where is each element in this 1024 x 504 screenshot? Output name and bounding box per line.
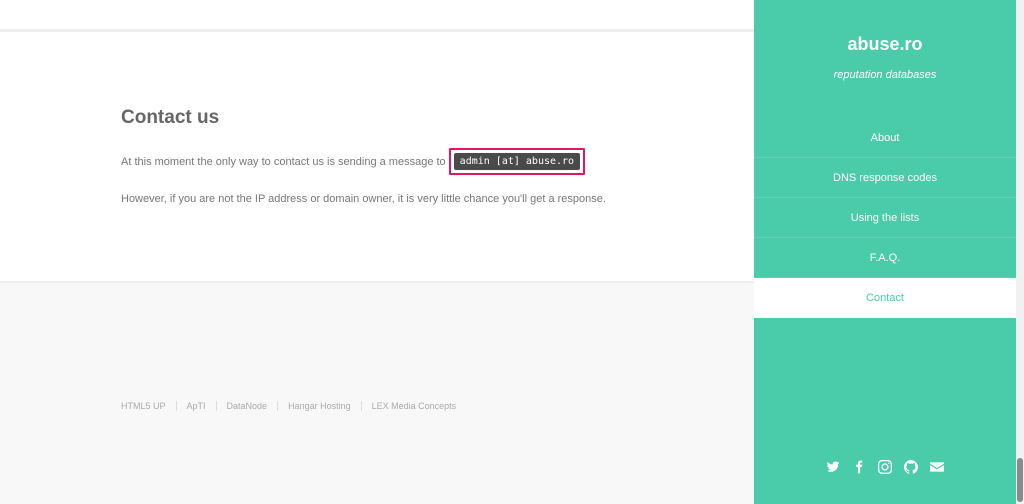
nav-item-using-the-lists[interactable]: Using the lists — [754, 198, 1016, 238]
footer-link-lex-media[interactable]: LEX Media Concepts — [360, 401, 467, 411]
nav-item-faq[interactable]: F.A.Q. — [754, 238, 1016, 278]
envelope-icon[interactable] — [930, 460, 944, 474]
footer: HTML5 UP ApTI DataNode Hangar Hosting LE… — [0, 281, 754, 504]
email-address[interactable]: admin [at] abuse.ro — [453, 153, 581, 170]
footer-link-apti[interactable]: ApTI — [175, 401, 216, 411]
footer-link-html5up[interactable]: HTML5 UP — [121, 401, 176, 411]
facebook-icon[interactable] — [852, 460, 866, 474]
nav-item-contact[interactable]: Contact — [754, 278, 1016, 318]
main-area: Contact us At this moment the only way t… — [0, 0, 754, 504]
site-tagline: reputation databases — [833, 69, 937, 81]
site-title[interactable]: abuse.ro — [754, 34, 1016, 55]
instagram-icon[interactable] — [878, 460, 892, 474]
footer-link-hangar-hosting[interactable]: Hangar Hosting — [277, 401, 361, 411]
sidebar-nav: About DNS response codes Using the lists… — [754, 118, 1016, 318]
nav-item-dns-response-codes[interactable]: DNS response codes — [754, 158, 1016, 198]
contact-text: At this moment the only way to contact u… — [121, 155, 446, 168]
scrollbar-thumb[interactable] — [1017, 458, 1023, 502]
nav-item-about[interactable]: About — [754, 118, 1016, 158]
page-title: Contact us — [121, 107, 220, 128]
response-note: However, if you are not the IP address o… — [121, 193, 606, 205]
content-section: Contact us At this moment the only way t… — [0, 35, 754, 281]
email-highlight: admin [at] abuse.ro — [448, 148, 586, 175]
contact-paragraph: At this moment the only way to contact u… — [121, 148, 586, 175]
social-links — [754, 460, 1016, 474]
footer-links: HTML5 UP ApTI DataNode Hangar Hosting LE… — [121, 401, 466, 411]
scrollbar[interactable] — [1016, 0, 1024, 504]
footer-link-datanode[interactable]: DataNode — [215, 401, 278, 411]
top-strip — [0, 0, 754, 32]
twitter-icon[interactable] — [826, 460, 840, 474]
github-icon[interactable] — [904, 460, 918, 474]
sidebar: abuse.ro reputation databases About DNS … — [754, 0, 1016, 504]
